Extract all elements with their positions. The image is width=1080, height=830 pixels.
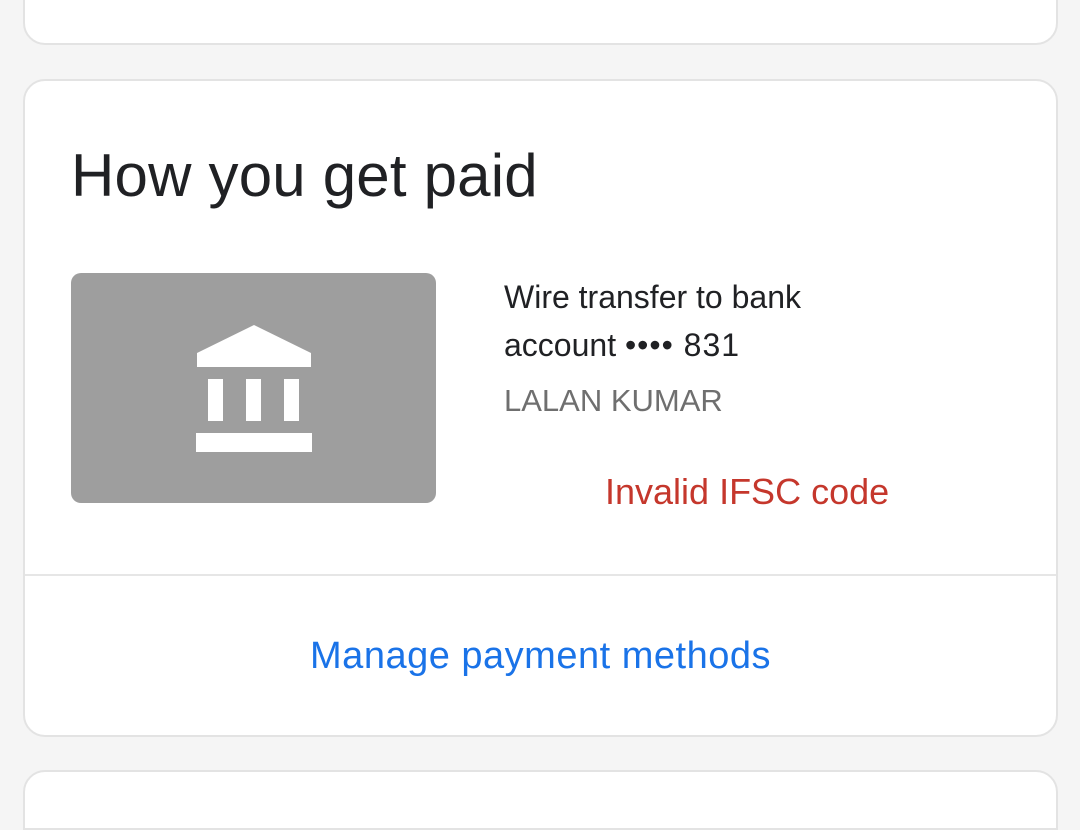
bank-icon-tile bbox=[71, 273, 436, 503]
manage-payment-methods-button[interactable]: Manage payment methods bbox=[25, 576, 1056, 735]
bank-icon bbox=[196, 325, 312, 452]
manage-payment-methods-label: Manage payment methods bbox=[310, 635, 771, 677]
payment-method-line1: Wire transfer to bank bbox=[504, 279, 801, 315]
payment-method-line2-prefix: account bbox=[504, 327, 617, 363]
error-message: Invalid IFSC code bbox=[605, 471, 890, 512]
next-card bbox=[23, 770, 1058, 830]
account-holder-name: LALAN KUMAR bbox=[504, 383, 723, 418]
section-title: How you get paid bbox=[71, 142, 538, 209]
how-you-get-paid-card: How you get paid Wire transfer to bank a… bbox=[23, 79, 1058, 737]
previous-card bbox=[23, 0, 1058, 45]
masked-account-number: •••• 831 bbox=[624, 327, 741, 363]
payment-method-description: Wire transfer to bank account •••• 831 bbox=[504, 273, 924, 369]
